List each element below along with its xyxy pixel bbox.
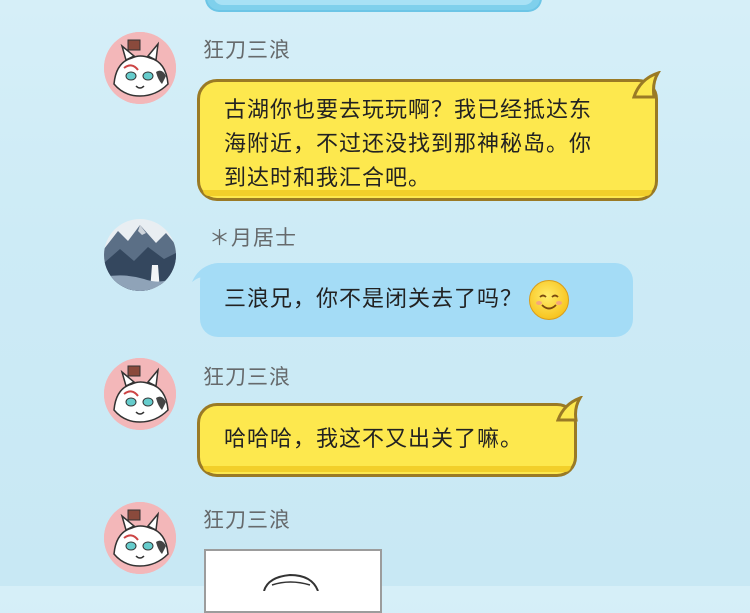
sender-name: ＊月居士 <box>209 226 297 250</box>
message-line: 海附近，不过还没找到那神秘岛。你 <box>224 132 593 157</box>
cat-avatar-icon[interactable] <box>104 32 176 104</box>
message-bubble[interactable]: 三浪兄，你不是闭关去了吗？ <box>200 263 633 337</box>
message-text: 哈哈哈，我这不又出关了嘛。 <box>224 427 524 452</box>
sketch-image-icon[interactable] <box>204 549 382 613</box>
sender-name: 狂刀三浪 <box>203 365 291 389</box>
message-line: 古湖你也要去玩玩啊？我已经抵达东 <box>224 98 593 123</box>
smile-emoji-icon <box>529 280 570 320</box>
message-text: 三浪兄，你不是闭关去了吗？ <box>224 287 524 312</box>
cat-avatar-icon[interactable] <box>104 358 176 430</box>
previous-message-bubble <box>205 0 542 12</box>
message-bubble[interactable]: 古湖你也要去玩玩啊？我已经抵达东 海附近，不过还没找到那神秘岛。你 到达时和我汇… <box>197 79 658 201</box>
mountain-landscape-avatar-icon[interactable] <box>104 219 176 291</box>
message-bubble[interactable]: 哈哈哈，我这不又出关了嘛。 <box>197 403 577 477</box>
cat-avatar-icon[interactable] <box>104 502 176 574</box>
sender-name: 狂刀三浪 <box>203 508 291 532</box>
message-line: 到达时和我汇合吧。 <box>224 166 432 191</box>
sender-name: 狂刀三浪 <box>203 38 291 62</box>
